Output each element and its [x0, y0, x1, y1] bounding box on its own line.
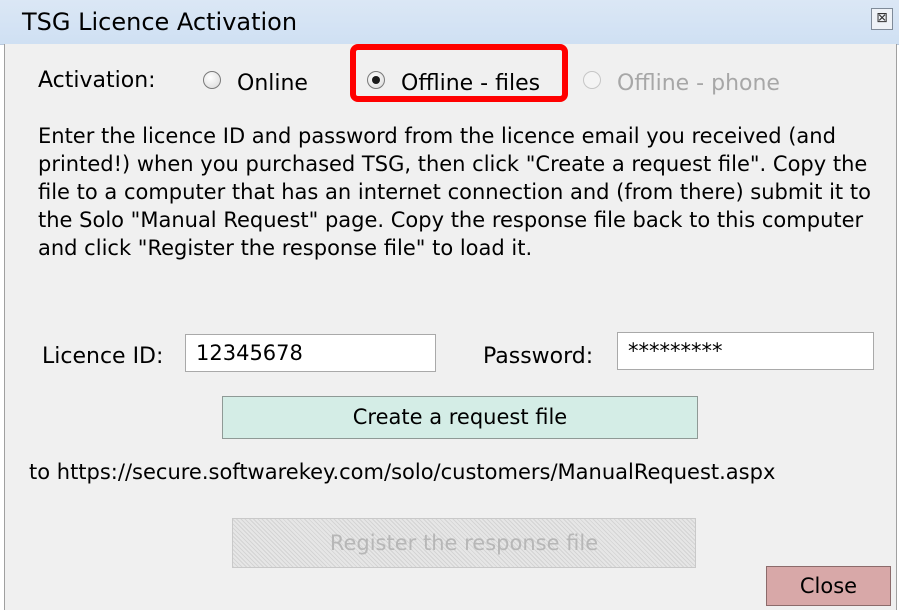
close-button[interactable]: Close	[766, 566, 891, 606]
radio-offline-phone-circle	[583, 71, 601, 89]
close-window-icon[interactable]: ⊠	[871, 8, 893, 30]
radio-online-label: Online	[237, 70, 308, 96]
radio-offline-files[interactable]: Offline - files	[367, 68, 540, 98]
instructions-text: Enter the licence ID and password from t…	[38, 124, 871, 260]
radio-offline-files-circle[interactable]	[367, 71, 385, 89]
radio-online-circle[interactable]	[203, 71, 221, 89]
licence-id-input[interactable]	[185, 334, 436, 372]
create-request-file-button[interactable]: Create a request file	[222, 396, 698, 439]
licence-id-label: Licence ID:	[42, 344, 164, 369]
radio-offline-phone-label: Offline - phone	[617, 70, 780, 96]
dialog-body: Activation: Online Offline - files Offli…	[4, 44, 897, 610]
password-input[interactable]	[617, 332, 874, 370]
radio-online[interactable]: Online	[203, 68, 308, 98]
title-bar: TSG Licence Activation ⊠	[0, 0, 899, 45]
radio-offline-phone: Offline - phone	[583, 68, 780, 98]
register-response-file-button: Register the response file	[232, 518, 696, 568]
licence-activation-dialog: TSG Licence Activation ⊠ Activation: Onl…	[0, 0, 899, 614]
window-title: TSG Licence Activation	[22, 8, 298, 36]
activation-label: Activation:	[38, 68, 156, 93]
manual-request-url: to https://secure.softwarekey.com/solo/c…	[29, 460, 776, 484]
password-label: Password:	[483, 344, 594, 369]
radio-offline-files-label: Offline - files	[401, 70, 541, 96]
